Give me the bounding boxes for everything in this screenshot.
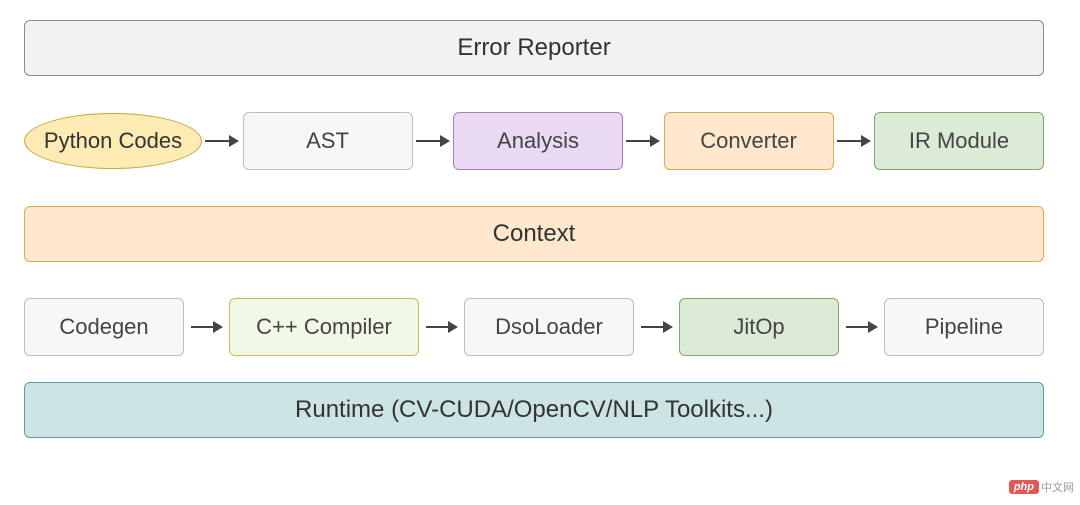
compiler-pipeline-diagram: Error Reporter Python Codes AST Analysis… [24, 20, 1044, 438]
converter-box: Converter [664, 112, 834, 170]
arrow-icon [837, 131, 871, 151]
arrow-icon [641, 317, 673, 337]
arrow-icon [626, 131, 660, 151]
arrow-icon [416, 131, 450, 151]
context-box: Context [24, 206, 1044, 262]
codegen-box: Codegen [24, 298, 184, 356]
error-reporter-box: Error Reporter [24, 20, 1044, 76]
jitop-box: JitOp [679, 298, 839, 356]
pipeline-box: Pipeline [884, 298, 1044, 356]
ast-box: AST [243, 112, 413, 170]
watermark-text: 中文网 [1041, 479, 1074, 495]
python-codes-ellipse: Python Codes [24, 113, 202, 169]
arrow-icon [426, 317, 458, 337]
arrow-icon [191, 317, 223, 337]
watermark-badge: php [1009, 480, 1039, 494]
ir-module-box: IR Module [874, 112, 1044, 170]
arrow-icon [205, 131, 239, 151]
watermark: php 中文网 [1009, 479, 1074, 495]
analysis-box: Analysis [453, 112, 623, 170]
arrow-icon [846, 317, 878, 337]
row-codegen-pipeline: Codegen C++ Compiler DsoLoader JitOp [24, 298, 1044, 356]
runtime-box: Runtime (CV-CUDA/OpenCV/NLP Toolkits...) [24, 382, 1044, 438]
cpp-compiler-box: C++ Compiler [229, 298, 419, 356]
row-parse-pipeline: Python Codes AST Analysis Converter [24, 112, 1044, 170]
dsoloader-box: DsoLoader [464, 298, 634, 356]
